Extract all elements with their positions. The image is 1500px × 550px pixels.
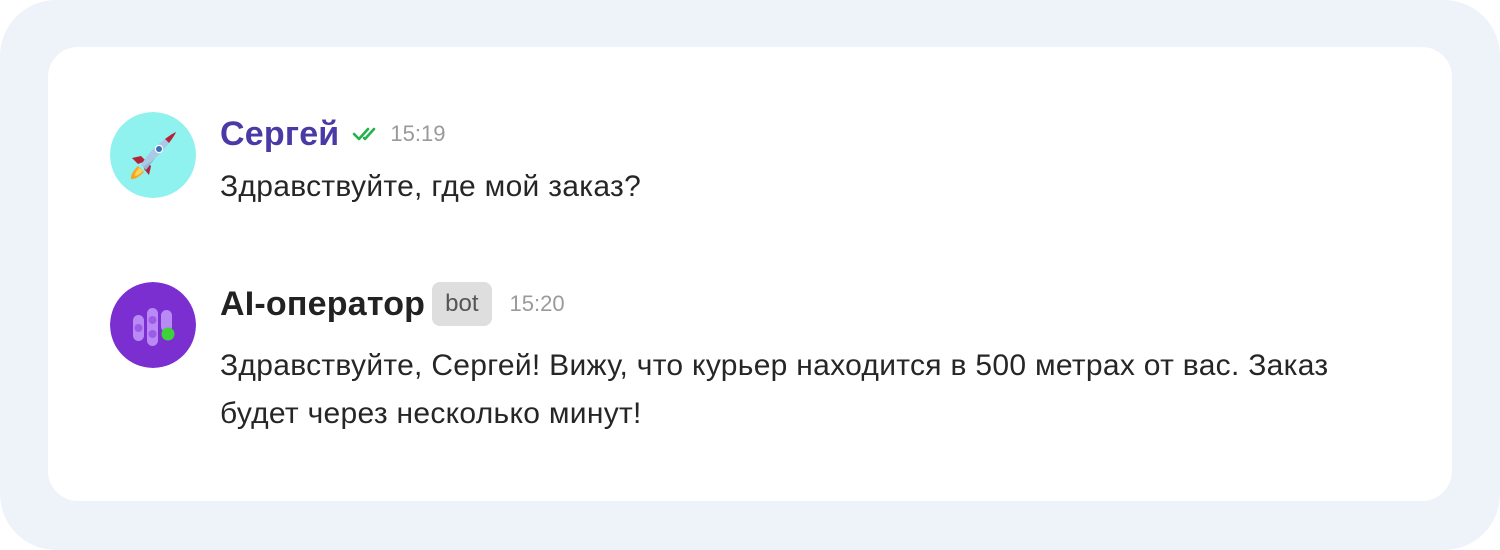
ai-operator-logo-icon [110,282,196,368]
chat-card: Сергей 15:19 Здравствуйте, где мой заказ… [48,47,1452,501]
user-avatar[interactable] [110,112,196,198]
message-text: Здравствуйте, Сергей! Вижу, что курьер н… [220,349,1329,430]
message-time: 15:19 [390,121,446,146]
message-time: 15:20 [509,291,565,316]
chat-frame: Сергей 15:19 Здравствуйте, где мой заказ… [0,0,1500,550]
author-name[interactable]: Сергей [220,112,339,156]
message-content: Сергей 15:19 Здравствуйте, где мой заказ… [220,112,1400,211]
message-header: AI-оператор bot 15:20 [220,282,1400,326]
message-text: Здравствуйте, где мой заказ? [220,170,642,203]
rocket-icon [110,112,196,198]
bot-badge: bot [432,282,492,326]
double-check-icon [352,124,382,144]
message-header: Сергей 15:19 [220,112,1400,156]
author-name[interactable]: AI-оператор [220,282,425,326]
message-content: AI-оператор bot 15:20 Здравствуйте, Серг… [220,282,1400,438]
bot-avatar[interactable] [110,282,196,368]
